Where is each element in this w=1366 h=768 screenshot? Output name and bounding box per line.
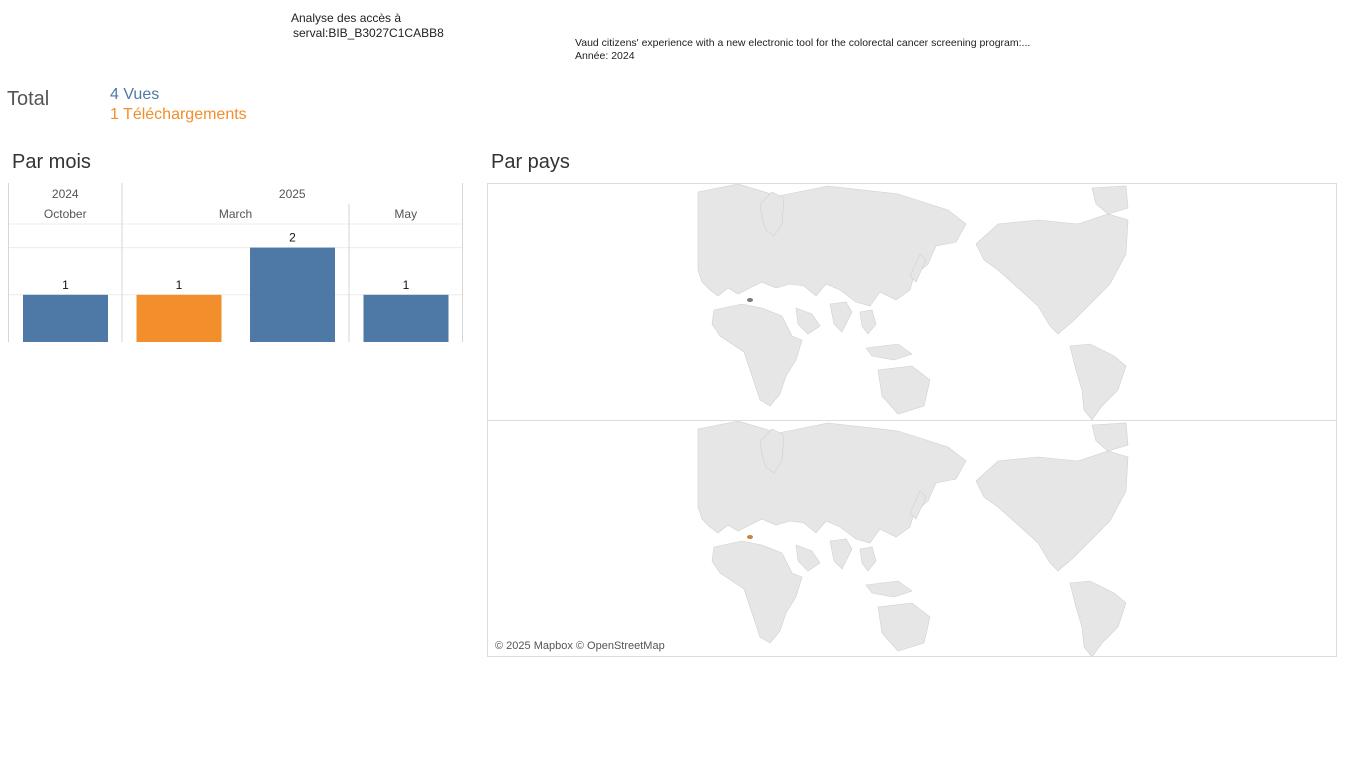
section-title-by-country: Par pays: [491, 151, 570, 173]
bar-downloads: [136, 294, 222, 342]
switzerland-marker-views: [747, 298, 753, 302]
bar-views: [363, 294, 449, 342]
bar-value-label: 1: [403, 278, 410, 292]
page-title-line2: serval:BIB_B3027C1CABB8: [293, 26, 444, 40]
monthly-bar-chart: 2024 2025 October 1 March 1 2 May 1: [8, 183, 463, 342]
year-label: 2025: [279, 187, 306, 201]
page-title: Analyse des accès à serval:BIB_B3027C1CA…: [291, 11, 444, 41]
month-label: October: [44, 207, 87, 221]
bar-value-label: 2: [289, 231, 296, 245]
page-title-line1: Analyse des accès à: [291, 11, 402, 25]
map-divider: [488, 420, 1336, 421]
switzerland-marker-downloads: [747, 535, 753, 539]
year-label: 2024: [52, 187, 79, 201]
map-downloads: [697, 420, 1129, 656]
map-attribution[interactable]: © 2025 Mapbox © OpenStreetMap: [495, 640, 665, 652]
publication-year: Année: 2024: [575, 50, 635, 62]
month-label: March: [219, 207, 252, 221]
bar-views: [23, 294, 108, 342]
total-label: Total: [7, 88, 50, 110]
section-title-by-month: Par mois: [12, 151, 91, 173]
bar-value-label: 1: [62, 278, 69, 292]
total-downloads: 1 Téléchargements: [110, 106, 247, 123]
bar-value-label: 1: [176, 278, 183, 292]
map-views: [697, 184, 1129, 421]
total-views: 4 Vues: [110, 86, 160, 103]
publication-title: Vaud citizens' experience with a new ele…: [575, 37, 1031, 49]
bar-views: [250, 247, 335, 342]
month-label: May: [394, 207, 417, 221]
publication-info: Vaud citizens' experience with a new ele…: [575, 37, 1030, 63]
country-map[interactable]: © 2025 Mapbox © OpenStreetMap: [487, 183, 1337, 657]
